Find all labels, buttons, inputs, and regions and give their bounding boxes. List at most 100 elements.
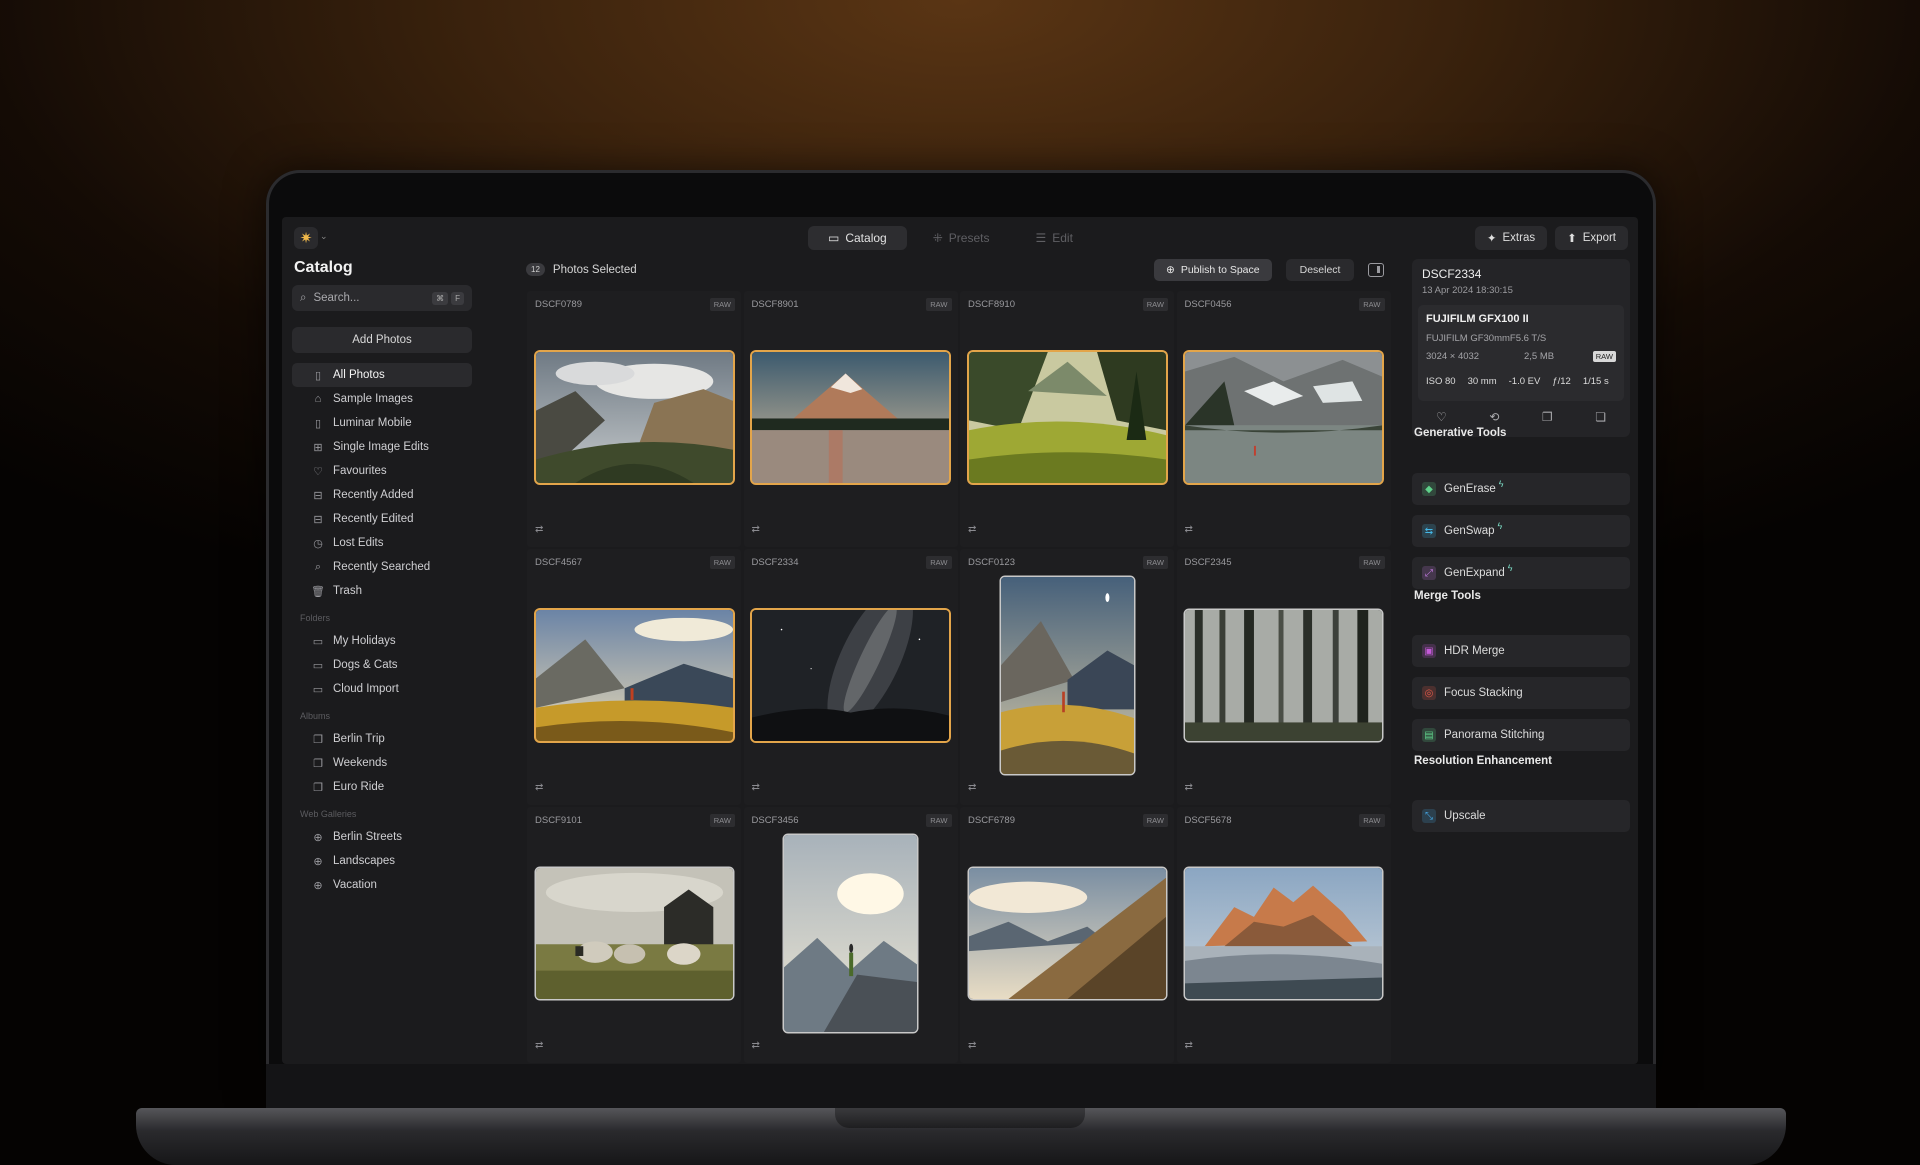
photo-cell[interactable]: DSCF0123 RAW ⇄ bbox=[960, 549, 1174, 805]
sidebar-item-euro-ride[interactable]: ❐ Euro Ride bbox=[292, 775, 472, 799]
copy-icon[interactable]: ❐ bbox=[1542, 410, 1553, 424]
sidebar-item-dogs-cats[interactable]: ▭ Dogs & Cats bbox=[292, 653, 472, 677]
sidebar-item-my-holidays[interactable]: ▭ My Holidays bbox=[292, 629, 472, 653]
sidebar-item-all-photos[interactable]: ▯ All Photos bbox=[292, 363, 472, 387]
sidebar-item-label: Single Image Edits bbox=[333, 441, 429, 453]
photo-cell[interactable]: DSCF2345 RAW ⇄ bbox=[1176, 549, 1391, 805]
top-toolbar: ✷ ⌄ ▭ Catalog ⁜ Presets ☰ Edit ✦ Extras … bbox=[282, 217, 1638, 257]
focus-stacking-button[interactable]: ◎ Focus Stacking bbox=[1412, 677, 1630, 709]
publish-label: Publish to Space bbox=[1180, 264, 1260, 276]
extras-button[interactable]: ✦ Extras bbox=[1474, 226, 1548, 250]
exif-block: FUJIFILM GFX100 II FUJIFILM GF30mmF5.6 T… bbox=[1418, 305, 1624, 401]
photo-cell[interactable]: DSCF3456 RAW ⇄ bbox=[743, 807, 958, 1063]
photo-thumbnail[interactable] bbox=[1185, 868, 1382, 999]
sidebar-item-berlin-streets[interactable]: ⊕ Berlin Streets bbox=[292, 825, 472, 849]
photo-thumbnail[interactable] bbox=[784, 835, 917, 1032]
photo-cell[interactable]: DSCF0789 RAW ⇄ bbox=[527, 291, 741, 547]
extras-label: Extras bbox=[1502, 232, 1536, 244]
photo-cell[interactable]: DSCF8910 RAW ⇄ bbox=[960, 291, 1174, 547]
adjustments-icon[interactable]: ⇄ bbox=[752, 782, 760, 793]
photo-cell[interactable]: DSCF4567 RAW ⇄ bbox=[527, 549, 741, 805]
photos-icon: ▯ bbox=[314, 369, 322, 382]
photo-thumbnail[interactable] bbox=[968, 352, 1166, 483]
sidebar-item-vacation[interactable]: ⊕ Vacation bbox=[292, 873, 472, 897]
sidebar-item-cloud-import[interactable]: ▭ Cloud Import bbox=[292, 677, 472, 701]
photo-thumbnail[interactable] bbox=[752, 610, 949, 741]
heart-icon[interactable]: ♡ bbox=[1436, 410, 1447, 424]
sidebar-item-label: Recently Searched bbox=[333, 561, 431, 573]
search-icon: ⌕ bbox=[314, 560, 322, 573]
sidebar-item-sample-images[interactable]: ⌂ Sample Images bbox=[292, 387, 472, 411]
globe-icon: ⊕ bbox=[1166, 264, 1175, 276]
duplicate-icon[interactable]: ❏ bbox=[1595, 410, 1606, 424]
search-input[interactable]: ⌕ Search... ⌘ F bbox=[292, 285, 472, 311]
deselect-button[interactable]: Deselect bbox=[1285, 259, 1355, 281]
adjustments-icon[interactable]: ⇄ bbox=[1185, 1040, 1193, 1051]
panel-toggle-icon[interactable] bbox=[1368, 263, 1385, 277]
app-logo-icon[interactable]: ✷ bbox=[294, 227, 318, 249]
tab-catalog[interactable]: ▭ Catalog bbox=[808, 226, 907, 250]
export-button[interactable]: ⬆ Export bbox=[1555, 226, 1628, 250]
sidebar-item-recently-added[interactable]: ⊟ Recently Added bbox=[292, 483, 472, 507]
sidebar-item-landscapes[interactable]: ⊕ Landscapes bbox=[292, 849, 472, 873]
sidebar-item-lost-edits[interactable]: ◷ Lost Edits bbox=[292, 531, 472, 555]
sidebar-item-trash[interactable]: 🗑 Trash bbox=[292, 579, 472, 603]
panorama-stitching-button[interactable]: ▤ Panorama Stitching bbox=[1412, 719, 1630, 751]
adjustments-icon[interactable]: ⇄ bbox=[968, 782, 976, 793]
recent-added-icon: ⊟ bbox=[313, 489, 323, 502]
folder-icon: ▭ bbox=[828, 231, 840, 245]
chevron-down-icon[interactable]: ⌄ bbox=[320, 231, 328, 242]
photo-cell[interactable]: DSCF6789 RAW ⇄ bbox=[960, 807, 1174, 1063]
photo-cell[interactable]: DSCF2334 RAW ⇄ bbox=[743, 549, 958, 805]
hdr-merge-button[interactable]: ▣ HDR Merge bbox=[1412, 635, 1630, 667]
web-galleries-section-title: Web Galleries bbox=[300, 809, 357, 819]
photo-thumbnail[interactable] bbox=[1000, 577, 1134, 774]
upscale-button[interactable]: ⤡ Upscale bbox=[1412, 800, 1630, 832]
photo-thumbnail[interactable] bbox=[752, 352, 949, 483]
laptop-bezel-bottom bbox=[266, 1064, 1656, 1108]
photo-thumbnail[interactable] bbox=[535, 352, 733, 483]
genexpand-button[interactable]: ⤢ GenExpand ϟ bbox=[1412, 557, 1630, 589]
publish-to-space-button[interactable]: ⊕ Publish to Space bbox=[1154, 259, 1272, 281]
adjustments-icon[interactable]: ⇄ bbox=[535, 524, 543, 535]
photo-cell[interactable]: DSCF0456 RAW ⇄ bbox=[1176, 291, 1391, 547]
photo-info-card: DSCF2334 13 Apr 2024 18:30:15 FUJIFILM G… bbox=[1412, 259, 1630, 437]
sidebar-item-favourites[interactable]: ♡ Favourites bbox=[292, 459, 472, 483]
genswap-button[interactable]: ⇆ GenSwap ϟ bbox=[1412, 515, 1630, 547]
right-panel: DSCF2334 13 Apr 2024 18:30:15 FUJIFILM G… bbox=[1410, 257, 1632, 1064]
adjustments-icon[interactable]: ⇄ bbox=[535, 782, 543, 793]
sidebar-item-recently-searched[interactable]: ⌕ Recently Searched bbox=[292, 555, 472, 579]
adjustments-icon[interactable]: ⇄ bbox=[1185, 782, 1193, 793]
aperture-value: ƒ/12 bbox=[1552, 376, 1571, 387]
sidebar-item-weekends[interactable]: ❐ Weekends bbox=[292, 751, 472, 775]
photo-cell[interactable]: DSCF8901 RAW ⇄ bbox=[743, 291, 958, 547]
adjustments-icon[interactable]: ⇄ bbox=[752, 1040, 760, 1051]
adjustments-icon[interactable]: ⇄ bbox=[968, 524, 976, 535]
photo-cell[interactable]: DSCF5678 RAW ⇄ bbox=[1176, 807, 1391, 1063]
adjustments-icon[interactable]: ⇄ bbox=[968, 1040, 976, 1051]
photo-thumbnail[interactable] bbox=[1185, 610, 1382, 741]
sidebar-item-label: Euro Ride bbox=[333, 781, 385, 793]
tab-presets[interactable]: ⁜ Presets bbox=[913, 226, 1010, 250]
rotate-icon[interactable]: ⟲ bbox=[1489, 410, 1499, 424]
sidebar-item-label: Sample Images bbox=[333, 393, 413, 405]
sidebar-item-luminar-mobile[interactable]: ▯ Luminar Mobile bbox=[292, 411, 472, 435]
adjustments-icon[interactable]: ⇄ bbox=[1185, 524, 1193, 535]
sidebar-item-single-image-edits[interactable]: ⊞ Single Image Edits bbox=[292, 435, 472, 459]
add-photos-button[interactable]: Add Photos bbox=[292, 327, 472, 353]
raw-badge: RAW bbox=[709, 556, 735, 569]
sidebar-item-recently-edited[interactable]: ⊟ Recently Edited bbox=[292, 507, 472, 531]
photo-thumbnail[interactable] bbox=[1185, 352, 1382, 483]
sidebar-item-label: All Photos bbox=[333, 369, 385, 381]
adjustments-icon[interactable]: ⇄ bbox=[535, 1040, 543, 1051]
generase-button[interactable]: ◆ GenErase ϟ bbox=[1412, 473, 1630, 505]
photo-thumbnail[interactable] bbox=[968, 868, 1166, 999]
raw-badge: RAW bbox=[926, 814, 952, 827]
photo-thumbnail[interactable] bbox=[535, 610, 733, 741]
photo-cell[interactable]: DSCF9101 RAW ⇄ bbox=[527, 807, 741, 1063]
sidebar-item-berlin-trip[interactable]: ❐ Berlin Trip bbox=[292, 727, 472, 751]
tab-edit[interactable]: ☰ Edit bbox=[1015, 226, 1092, 250]
photo-thumbnail[interactable] bbox=[535, 868, 733, 999]
adjustments-icon[interactable]: ⇄ bbox=[752, 524, 760, 535]
info-actions: ♡ ⟲ ❐ ❏ bbox=[1426, 410, 1616, 424]
